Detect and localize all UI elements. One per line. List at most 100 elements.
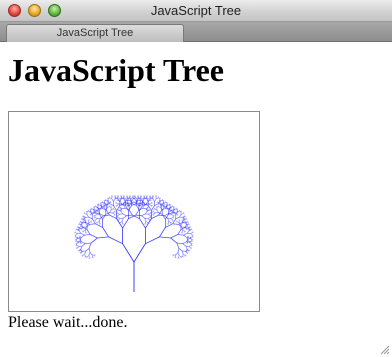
tree-branch [109, 203, 114, 206]
tree-branch [129, 195, 132, 197]
tree-branch [173, 254, 176, 256]
tab-javascript-tree[interactable]: JavaScript Tree [6, 24, 184, 42]
tree-branch [187, 235, 190, 238]
tree-branch [126, 214, 133, 217]
tree-branch [80, 234, 85, 239]
title-bar: JavaScript Tree [0, 0, 392, 22]
tree-branch [76, 245, 80, 247]
tree-branch [111, 198, 114, 202]
tab-bar: JavaScript Tree [0, 22, 392, 42]
tree-branch [95, 217, 98, 219]
tree-branch [135, 214, 142, 217]
tree-branch [185, 221, 188, 224]
tree-branch [135, 209, 140, 216]
tree-branch [186, 228, 188, 231]
tree-branch [175, 216, 180, 220]
tree-branch [159, 227, 166, 238]
tree-branch [148, 213, 151, 216]
tree-branch [188, 246, 191, 249]
tree-branch [147, 197, 150, 200]
tree-branch [112, 212, 115, 215]
resize-grip-icon[interactable] [379, 344, 390, 355]
tree-branch [154, 203, 159, 206]
tree-branch [89, 223, 96, 225]
tree-branch [183, 234, 188, 239]
tree-branch [144, 222, 146, 225]
tree-branch [156, 209, 159, 213]
tree-branch [153, 211, 156, 214]
tree-branch [89, 252, 93, 255]
tree-branch [152, 198, 155, 202]
tree-branch [123, 195, 125, 197]
tree-branch [151, 214, 159, 219]
tree-branch [117, 212, 120, 215]
tree-branch [170, 213, 174, 216]
tree-drawing [74, 195, 194, 292]
tree-branch [88, 216, 93, 220]
tree-branch [176, 242, 183, 244]
tree-branch [123, 205, 126, 209]
tree-branch [133, 243, 146, 263]
tree-branch [80, 232, 85, 236]
tree-branch [86, 255, 90, 258]
tree-branch [108, 236, 123, 245]
tree-branch [93, 254, 96, 257]
tree-branch [152, 195, 155, 197]
tree-branch [81, 243, 86, 247]
tree-branch [181, 229, 184, 233]
tree-branch [169, 203, 172, 206]
tree-branch [145, 236, 160, 245]
tree-branch [76, 236, 79, 239]
tree-branch [150, 205, 152, 208]
tree-branch [75, 232, 78, 234]
tree-branch [186, 252, 188, 255]
tree-branch [116, 202, 119, 205]
tree-branch [174, 256, 176, 259]
tree-branch [170, 234, 178, 239]
tree-branch [78, 230, 82, 234]
tree-branch [86, 229, 91, 235]
tree-branch [110, 206, 113, 209]
tree-branch [85, 219, 87, 221]
tree-branch [122, 215, 127, 219]
tree-branch [122, 218, 129, 229]
tree-branch [120, 211, 124, 215]
tree-branch [176, 208, 179, 211]
tree-branch [176, 242, 180, 249]
tree-branch [121, 223, 123, 225]
tree-branch [81, 241, 86, 244]
tree-branch [177, 252, 180, 256]
status-text: Please wait...done. [8, 314, 128, 331]
tree-branch [142, 205, 145, 209]
tree-branch [179, 214, 182, 218]
tree-branch [190, 247, 192, 250]
tree-branch [176, 214, 178, 216]
tree-branch [186, 242, 188, 244]
tree-branch [97, 220, 100, 223]
tree-branch [182, 243, 187, 247]
tree-branch [178, 255, 180, 258]
tree-branch [128, 209, 133, 216]
tree-branch [180, 210, 183, 213]
tree-branch [90, 237, 98, 244]
tree-branch [118, 217, 121, 219]
tree-branch [84, 255, 86, 258]
tree-branch [172, 254, 174, 256]
tree-branch [155, 195, 158, 197]
tree-branch [141, 213, 146, 217]
tree-branches [74, 195, 194, 292]
tree-branch [98, 223, 101, 225]
tree-branch [79, 235, 82, 238]
tree-branch [97, 236, 109, 239]
tree-branch [139, 218, 146, 229]
tree-branch [190, 233, 193, 236]
tree-branch [177, 257, 179, 259]
tree-branch [102, 227, 109, 238]
tree-branch [170, 222, 172, 225]
tree-branch [91, 256, 93, 259]
tree-branch [183, 232, 188, 236]
tree-branch [140, 195, 143, 197]
tree-branch [80, 250, 82, 253]
tree-branch [166, 222, 169, 225]
tree-branch [84, 234, 91, 236]
